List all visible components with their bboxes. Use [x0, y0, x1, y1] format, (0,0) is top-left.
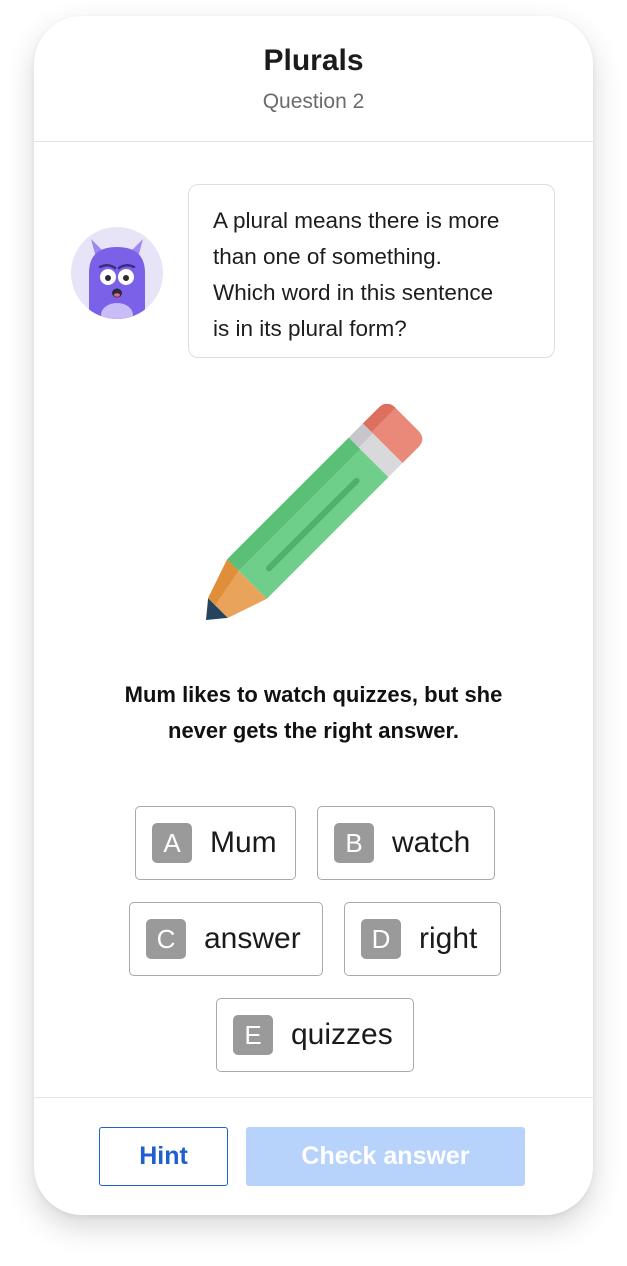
- page-title: Plurals: [263, 44, 364, 77]
- answer-option-d[interactable]: D right: [344, 902, 501, 976]
- option-label: right: [419, 922, 478, 955]
- sentence-line: Mum likes to watch quizzes, but she: [124, 682, 503, 707]
- option-letter-badge: C: [146, 919, 186, 959]
- prompt-bubble: A plural means there is more than one of…: [188, 184, 555, 358]
- question-number: Question 2: [262, 90, 365, 113]
- option-letter-badge: E: [233, 1015, 273, 1055]
- option-label: watch: [392, 826, 471, 859]
- monster-avatar-icon: [71, 227, 163, 319]
- option-label: quizzes: [291, 1018, 393, 1051]
- prompt-line: than one of something.: [213, 244, 442, 269]
- quiz-header: Plurals Question 2: [34, 16, 593, 142]
- hint-button[interactable]: Hint: [99, 1127, 228, 1186]
- answer-option-e[interactable]: E quizzes: [216, 998, 414, 1072]
- quiz-card: Plurals Question 2 A plural means there …: [34, 16, 593, 1215]
- option-letter-badge: D: [361, 919, 401, 959]
- option-label: Mum: [210, 826, 277, 859]
- quiz-footer: Hint Check answer: [34, 1097, 593, 1215]
- option-letter-badge: B: [334, 823, 374, 863]
- answer-option-c[interactable]: C answer: [129, 902, 323, 976]
- pencil-icon: [202, 403, 434, 626]
- prompt-line: A plural means there is more: [213, 208, 500, 233]
- question-sentence: Mum likes to watch quizzes, but she neve…: [74, 677, 553, 749]
- option-label: answer: [204, 922, 301, 955]
- check-answer-button[interactable]: Check answer: [246, 1127, 525, 1186]
- option-letter-badge: A: [152, 823, 192, 863]
- prompt-line: is in its plural form?: [213, 316, 407, 341]
- answer-option-a[interactable]: A Mum: [135, 806, 296, 880]
- answer-option-b[interactable]: B watch: [317, 806, 495, 880]
- prompt-line: Which word in this sentence: [213, 280, 494, 305]
- sentence-line: never gets the right answer.: [168, 718, 459, 743]
